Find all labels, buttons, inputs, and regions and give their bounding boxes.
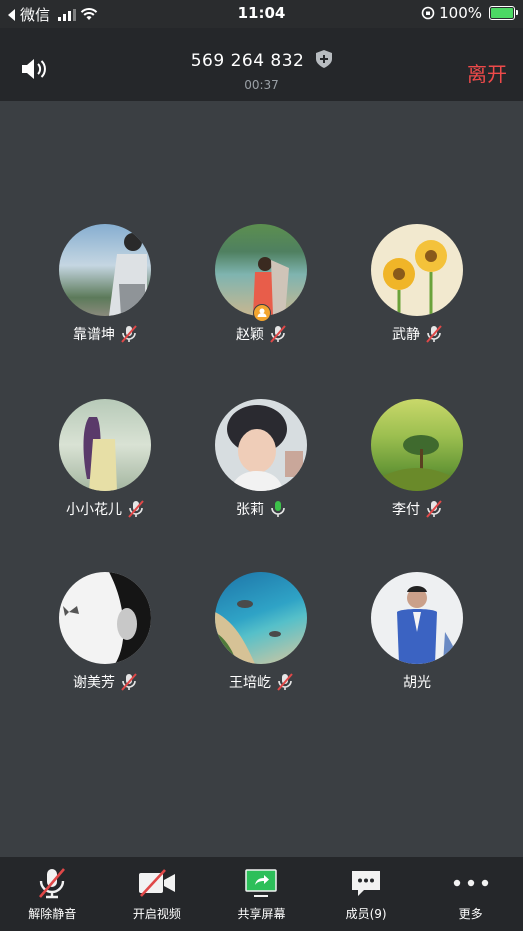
participant-name-row: 谢美芳 (40, 672, 170, 692)
avatar (371, 224, 463, 316)
mic-muted-icon (121, 673, 137, 691)
mic-muted-icon (128, 500, 144, 518)
avatar (59, 572, 151, 664)
status-bar: 微信 11:04 100% (0, 0, 523, 28)
meeting-duration: 00:37 (244, 78, 279, 92)
participant-name: 王培屹 (229, 675, 271, 691)
avatar-photo (383, 240, 447, 316)
avatar-photo (83, 417, 117, 491)
participant-name: 李付 (392, 502, 420, 518)
members-button[interactable]: 成员(9) (314, 857, 419, 931)
avatar-photo (215, 600, 281, 664)
avatar-photo (109, 233, 147, 316)
participant-grid: 靠谱坤 赵颖 武静 小小花儿 张莉 李付 谢美芳 王培屹 胡光 (0, 101, 523, 857)
avatar (215, 572, 307, 664)
avatar-photo (227, 405, 303, 491)
participant-tile[interactable]: 胡光 (352, 572, 482, 692)
participant-name-row: 张莉 (196, 499, 326, 519)
participant-tile[interactable]: 武静 (352, 224, 482, 344)
participant-name: 谢美芳 (73, 675, 115, 691)
avatar (215, 224, 307, 316)
mic-muted-icon (426, 500, 442, 518)
mic-muted-icon (277, 673, 293, 691)
participant-name-row: 靠谱坤 (40, 324, 170, 344)
meeting-id[interactable]: 569 264 832 (0, 50, 523, 71)
avatar (59, 399, 151, 491)
participant-tile[interactable]: 小小花儿 (40, 399, 170, 519)
more-label: 更多 (458, 907, 483, 921)
participant-name-row: 胡光 (352, 672, 482, 692)
meeting-toolbar: 解除静音 开启视频 共享屏幕 成员(9) 更多 (0, 857, 523, 931)
avatar-photo (397, 586, 459, 664)
participant-name: 赵颖 (236, 327, 264, 343)
more-button[interactable]: 更多 (418, 857, 523, 931)
participant-name: 张莉 (236, 502, 264, 518)
participant-tile[interactable]: 张莉 (196, 399, 326, 519)
more-dots-icon (453, 879, 488, 887)
participant-tile[interactable]: 靠谱坤 (40, 224, 170, 344)
participant-name: 武静 (392, 327, 420, 343)
mic-active-icon (271, 501, 285, 517)
participant-tile[interactable]: 王培屹 (196, 572, 326, 692)
battery-percent: 100% (439, 4, 482, 22)
avatar-photo (381, 435, 453, 491)
avatar (371, 572, 463, 664)
participant-tile[interactable]: 谢美芳 (40, 572, 170, 692)
share-screen-button[interactable]: 共享屏幕 (209, 857, 314, 931)
battery-icon (489, 6, 518, 20)
mic-muted-icon (426, 325, 442, 343)
unmute-button[interactable]: 解除静音 (0, 857, 105, 931)
avatar-photo (253, 257, 289, 316)
share-screen-icon (245, 869, 278, 897)
participant-name-row: 赵颖 (196, 324, 326, 344)
video-off-icon (138, 869, 175, 897)
participant-tile[interactable]: 李付 (352, 399, 482, 519)
status-right: 100% (421, 4, 518, 22)
shield-icon (316, 50, 333, 68)
participant-name: 小小花儿 (66, 502, 122, 518)
participant-tile[interactable]: 赵颖 (196, 224, 326, 344)
mic-muted-icon (39, 868, 66, 899)
mic-muted-icon (270, 325, 286, 343)
chat-bubble-icon (352, 871, 381, 896)
avatar (59, 224, 151, 316)
participant-name-row: 武静 (352, 324, 482, 344)
participant-name-row: 王培屹 (196, 672, 326, 692)
meeting-id-text: 569 264 832 (190, 51, 305, 71)
host-badge-icon (253, 304, 271, 322)
avatar (371, 399, 463, 491)
avatar-photo (63, 572, 151, 664)
members-label: 成员(9) (345, 907, 387, 921)
participant-name-row: 李付 (352, 499, 482, 519)
leave-button[interactable]: 离开 (467, 58, 507, 87)
participant-name: 胡光 (403, 675, 431, 691)
participant-name: 靠谱坤 (73, 327, 115, 343)
meeting-header: 569 264 832 00:37 离开 (0, 28, 523, 101)
start-video-button[interactable]: 开启视频 (105, 857, 210, 931)
mic-muted-icon (121, 325, 137, 343)
orientation-lock-icon (421, 6, 435, 20)
share-screen-label: 共享屏幕 (237, 907, 286, 921)
unmute-label: 解除静音 (28, 907, 77, 921)
participant-name-row: 小小花儿 (40, 499, 170, 519)
start-video-label: 开启视频 (132, 907, 181, 921)
avatar (215, 399, 307, 491)
